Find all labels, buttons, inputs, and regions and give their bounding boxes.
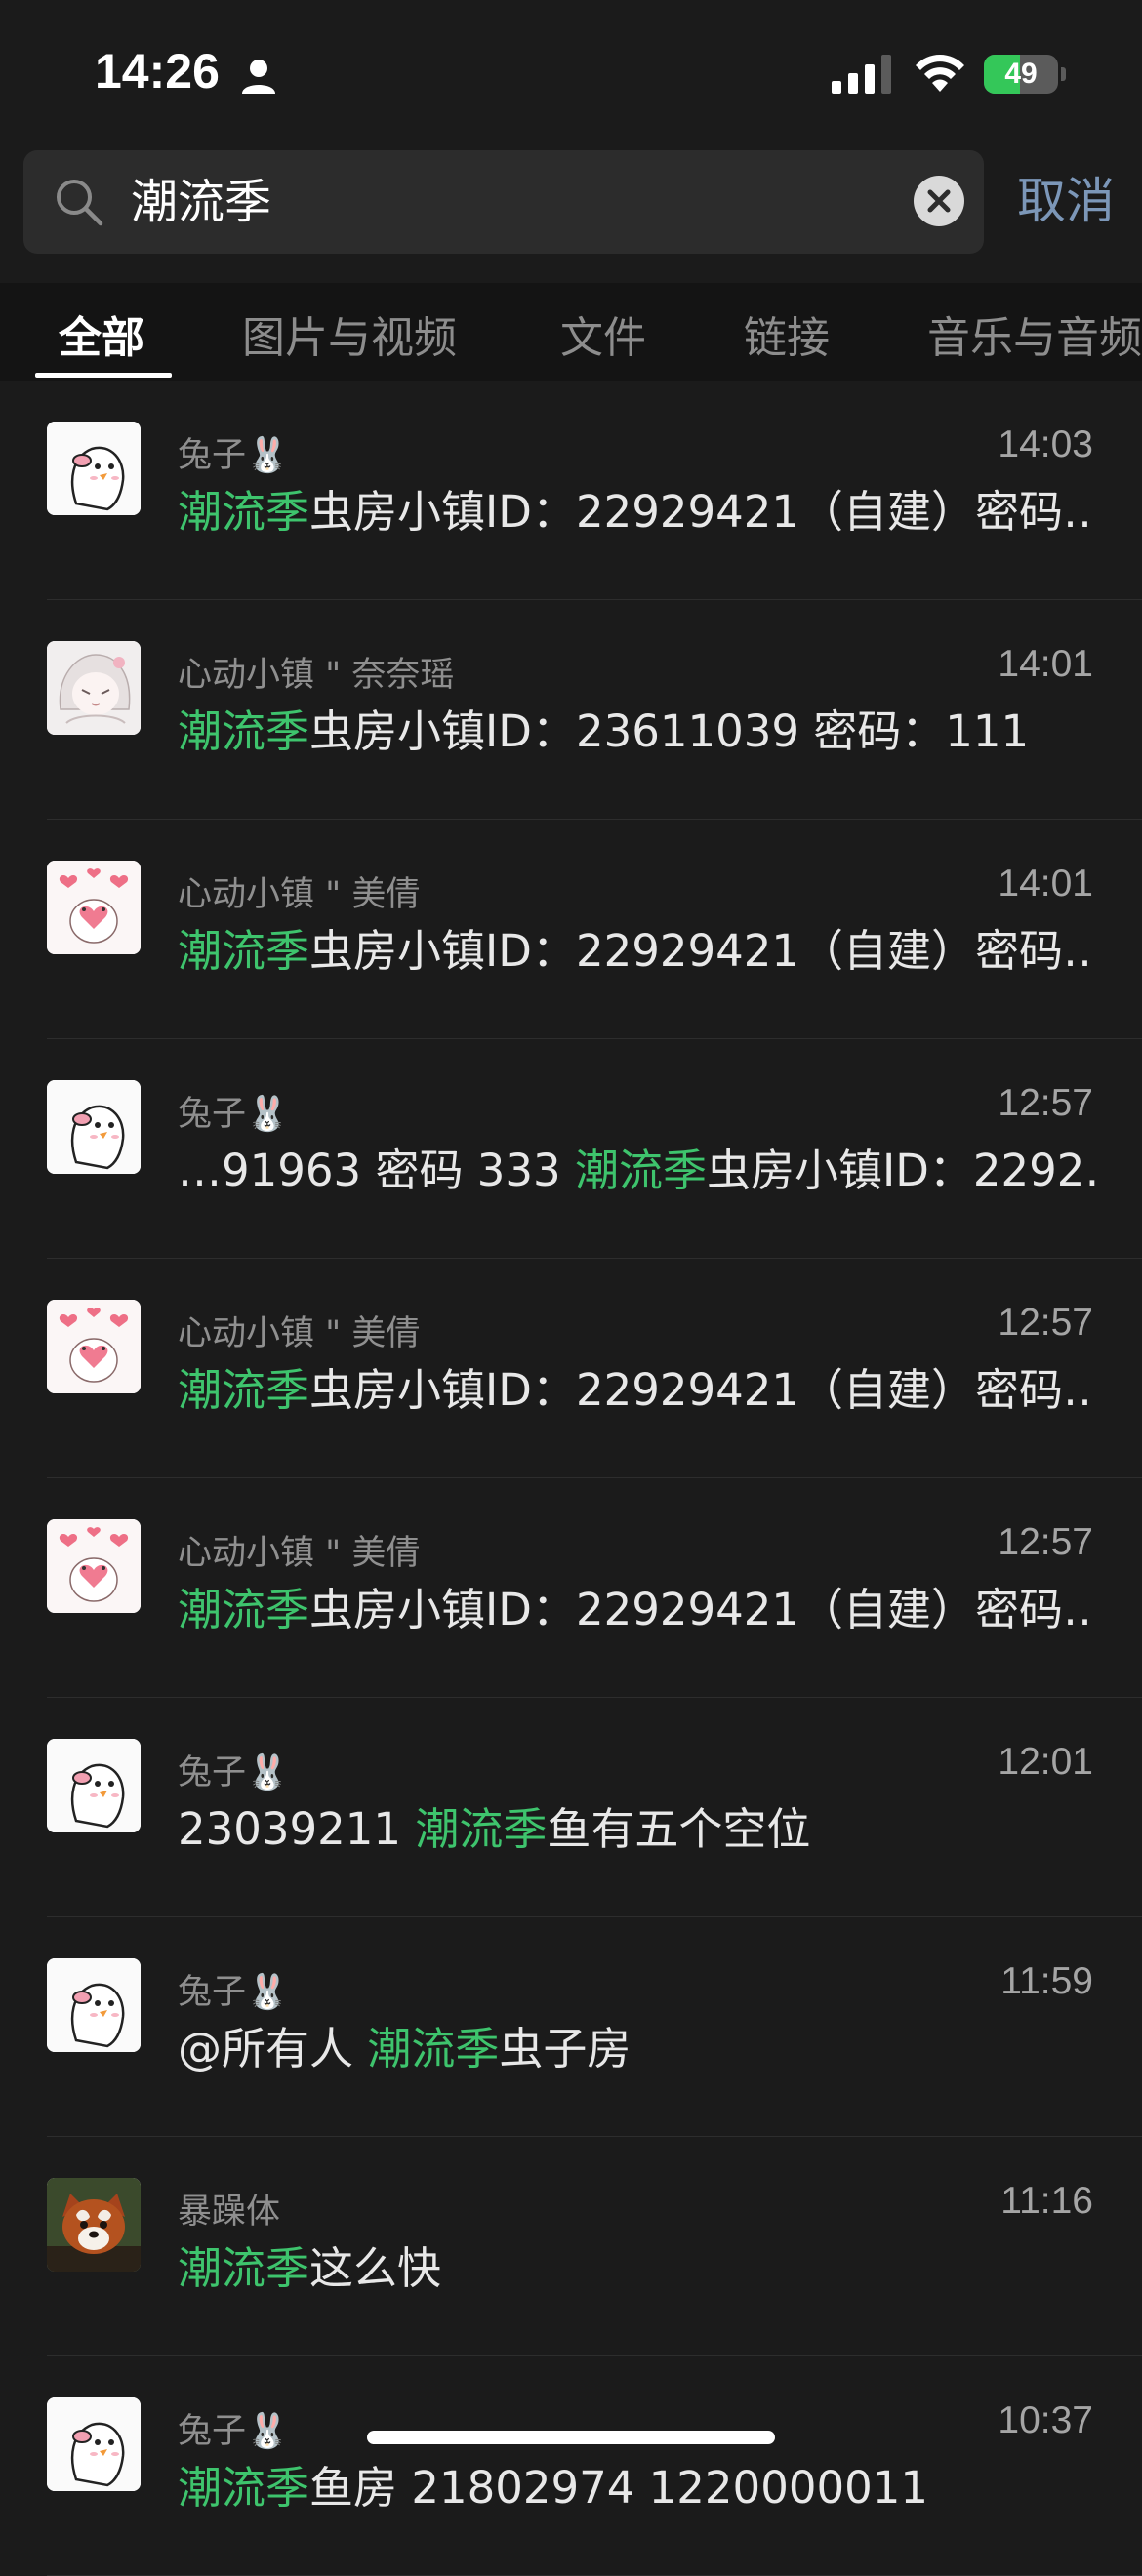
filter-tabs: 全部 图片与视频 文件 链接 音乐与音频 (0, 283, 1142, 381)
sender-name: 兔子🐰 (178, 1095, 289, 1134)
status-bar: 14:26 49 (0, 0, 1142, 146)
hearts-bear-avatar[interactable] (47, 861, 141, 954)
red-panda-avatar[interactable] (47, 2178, 141, 2272)
snippet-suffix: 这么快 (309, 2242, 442, 2294)
message-snippet: 23039211 潮流季鱼有五个空位 (178, 1793, 1095, 1857)
snippet-prefix: @所有人 (178, 2023, 368, 2074)
duck-sticker-avatar[interactable] (47, 422, 141, 515)
keyword-highlight: 潮流季 (574, 1145, 707, 1196)
snippet-prefix: …91963 密码 333 (178, 1145, 575, 1196)
anime-girl-avatar[interactable] (47, 641, 141, 735)
search-result-row[interactable]: 心动小镇 " 美倩 12:57 潮流季虫房小镇ID：22929421（自建）密码… (0, 1259, 1142, 1478)
sender-name: 兔子🐰 (178, 2412, 289, 2451)
duck-sticker-avatar[interactable] (47, 2397, 141, 2491)
message-time: 12:57 (998, 1302, 1093, 1344)
cancel-button[interactable]: 取消 (1017, 162, 1115, 240)
wifi-icon (916, 55, 964, 92)
keyword-highlight: 潮流季 (178, 705, 310, 757)
message-snippet: 潮流季虫房小镇ID：22929421（自建）密码… (178, 476, 1095, 540)
search-result-row[interactable]: 心动小镇 " 奈奈瑶 14:01 潮流季虫房小镇ID：23611039 密码：111 (0, 600, 1142, 820)
tab-music-audio[interactable]: 音乐与音频 (927, 302, 1142, 365)
battery-percent: 49 (1004, 58, 1038, 90)
snippet-suffix: 鱼有五个空位 (547, 1803, 811, 1855)
sender-name: 心动小镇 " 美倩 (178, 1534, 421, 1573)
message-time: 14:03 (998, 423, 1093, 465)
active-tab-indicator (35, 373, 172, 378)
sender-name: 心动小镇 " 美倩 (178, 875, 421, 914)
search-bar[interactable]: 潮流季 (23, 150, 984, 254)
sender-name: 暴躁体 (178, 2193, 281, 2232)
hearts-bear-avatar[interactable] (47, 1519, 141, 1613)
keyword-highlight: 潮流季 (415, 1803, 548, 1855)
search-icon (57, 180, 103, 226)
cellular-signal-icon (832, 55, 891, 94)
snippet-suffix: 虫房小镇ID：23611039 密码：111 (309, 705, 1030, 757)
search-result-row[interactable]: 兔子🐰 10:37 潮流季鱼房 21802974 1220000011 (0, 2356, 1142, 2576)
keyword-highlight: 潮流季 (178, 2462, 310, 2514)
sender-name: 心动小镇 " 美倩 (178, 1314, 421, 1353)
snippet-suffix: 虫子房 (499, 2023, 632, 2074)
message-time: 12:57 (998, 1521, 1093, 1563)
battery-indicator: 49 (984, 55, 1066, 94)
search-result-row[interactable]: 兔子🐰 12:01 23039211 潮流季鱼有五个空位 (0, 1698, 1142, 1917)
keyword-highlight: 潮流季 (178, 2242, 310, 2294)
sender-name: 兔子🐰 (178, 1973, 289, 2012)
keyword-highlight: 潮流季 (367, 2023, 500, 2074)
message-snippet: 潮流季虫房小镇ID：22929421（自建）密码… (178, 915, 1095, 979)
sender-name: 心动小镇 " 奈奈瑶 (178, 656, 455, 695)
duck-sticker-avatar[interactable] (47, 1739, 141, 1832)
search-result-row[interactable]: 兔子🐰 11:59 @所有人 潮流季虫子房 (0, 1917, 1142, 2137)
snippet-suffix: 虫房小镇ID：22929421（自建）密码… (309, 1584, 1095, 1635)
message-time: 14:01 (998, 863, 1093, 905)
message-snippet: @所有人 潮流季虫子房 (178, 2013, 1095, 2076)
keyword-highlight: 潮流季 (178, 486, 310, 538)
message-snippet: 潮流季鱼房 21802974 1220000011 (178, 2452, 1095, 2516)
search-result-row[interactable]: 心动小镇 " 美倩 12:57 潮流季虫房小镇ID：22929421（自建）密码… (0, 1478, 1142, 1698)
message-snippet: …91963 密码 333 潮流季虫房小镇ID：2292… (178, 1135, 1095, 1198)
snippet-suffix: 鱼房 21802974 1220000011 (309, 2462, 928, 2514)
snippet-suffix: 虫房小镇ID：2292… (706, 1145, 1095, 1196)
message-time: 14:01 (998, 643, 1093, 685)
snippet-suffix: 虫房小镇ID：22929421（自建）密码… (309, 1364, 1095, 1416)
search-result-row[interactable]: 兔子🐰 12:57 …91963 密码 333 潮流季虫房小镇ID：2292… (0, 1039, 1142, 1259)
duck-sticker-avatar[interactable] (47, 1080, 141, 1174)
snippet-prefix: 23039211 (178, 1803, 416, 1855)
snippet-suffix: 虫房小镇ID：22929421（自建）密码… (309, 925, 1095, 977)
tab-all[interactable]: 全部 (59, 302, 144, 365)
search-result-row[interactable]: 暴躁体 11:16 潮流季这么快 (0, 2137, 1142, 2356)
message-time: 12:57 (998, 1082, 1093, 1124)
search-results-list: 兔子🐰 14:03 潮流季虫房小镇ID：22929421（自建）密码… 心动小镇 " … (0, 381, 1142, 2576)
keyword-highlight: 潮流季 (178, 1364, 310, 1416)
message-time: 12:01 (998, 1741, 1093, 1783)
status-time: 14:26 (95, 44, 220, 99)
message-snippet: 潮流季虫房小镇ID：23611039 密码：111 (178, 696, 1095, 759)
home-indicator (367, 2431, 775, 2444)
hearts-bear-avatar[interactable] (47, 1300, 141, 1393)
snippet-suffix: 虫房小镇ID：22929421（自建）密码… (309, 486, 1095, 538)
sender-name: 兔子🐰 (178, 1753, 289, 1792)
person-icon (242, 60, 275, 94)
tab-images-videos[interactable]: 图片与视频 (242, 302, 457, 365)
tab-links[interactable]: 链接 (744, 302, 830, 365)
tab-files[interactable]: 文件 (560, 302, 646, 365)
keyword-highlight: 潮流季 (178, 1584, 310, 1635)
sender-name: 兔子🐰 (178, 436, 289, 475)
message-time: 11:59 (1000, 1960, 1093, 2002)
keyword-highlight: 潮流季 (178, 925, 310, 977)
duck-sticker-avatar[interactable] (47, 1958, 141, 2052)
message-time: 10:37 (998, 2399, 1093, 2441)
message-snippet: 潮流季虫房小镇ID：22929421（自建）密码… (178, 1354, 1095, 1418)
search-input[interactable]: 潮流季 (131, 150, 271, 254)
search-result-row[interactable]: 兔子🐰 14:03 潮流季虫房小镇ID：22929421（自建）密码… (0, 381, 1142, 600)
search-result-row[interactable]: 心动小镇 " 美倩 14:01 潮流季虫房小镇ID：22929421（自建）密码… (0, 820, 1142, 1039)
message-snippet: 潮流季虫房小镇ID：22929421（自建）密码… (178, 1574, 1095, 1637)
message-snippet: 潮流季这么快 (178, 2233, 1095, 2296)
clear-search-icon[interactable] (914, 176, 964, 226)
message-time: 11:16 (1000, 2180, 1093, 2222)
